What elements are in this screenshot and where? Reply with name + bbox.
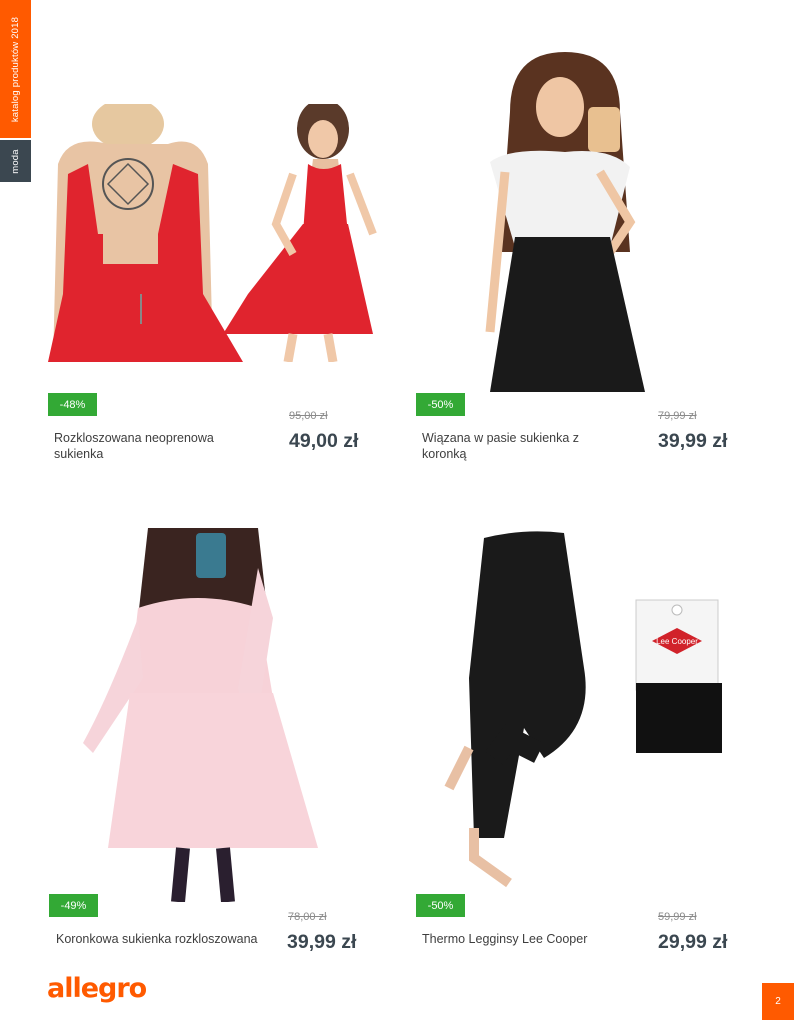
product-name[interactable]: Rozkloszowana neoprenowa sukienka — [54, 430, 249, 462]
allegro-logo[interactable]: allegro — [47, 973, 147, 1004]
catalog-label: katalog produktów 2018 — [10, 16, 21, 122]
product-name[interactable]: Wiązana w pasie sukienka z koronką — [422, 430, 597, 462]
product-name[interactable]: Koronkowa sukienka rozkloszowana — [56, 931, 281, 947]
section-label: moda — [9, 148, 21, 174]
section-tab: moda — [0, 140, 31, 182]
discount-badge: -50% — [416, 393, 465, 416]
old-price: 59,99 zł — [658, 911, 697, 923]
old-price: 79,99 zł — [658, 410, 697, 422]
old-price: 78,00 zł — [288, 911, 327, 923]
black-leggings-photo[interactable]: Lee Cooper — [414, 528, 734, 888]
discount-badge: -50% — [416, 894, 465, 917]
red-dress-photo[interactable] — [48, 104, 378, 362]
old-price: 95,00 zł — [289, 410, 328, 422]
product-name[interactable]: Thermo Legginsy Lee Cooper — [422, 931, 622, 947]
white-black-dress-photo[interactable] — [470, 52, 660, 402]
price: 49,00 zł — [289, 430, 359, 452]
discount-badge: -48% — [48, 393, 97, 416]
catalog-tab: katalog produktów 2018 — [0, 0, 31, 138]
discount-badge: -49% — [49, 894, 98, 917]
page-number: 2 — [762, 983, 794, 1020]
package-brand-text: Lee Cooper — [656, 637, 698, 646]
price: 39,99 zł — [658, 430, 728, 452]
price: 29,99 zł — [658, 931, 728, 953]
pink-lace-dress-photo[interactable] — [68, 528, 330, 902]
price: 39,99 zł — [287, 931, 357, 953]
